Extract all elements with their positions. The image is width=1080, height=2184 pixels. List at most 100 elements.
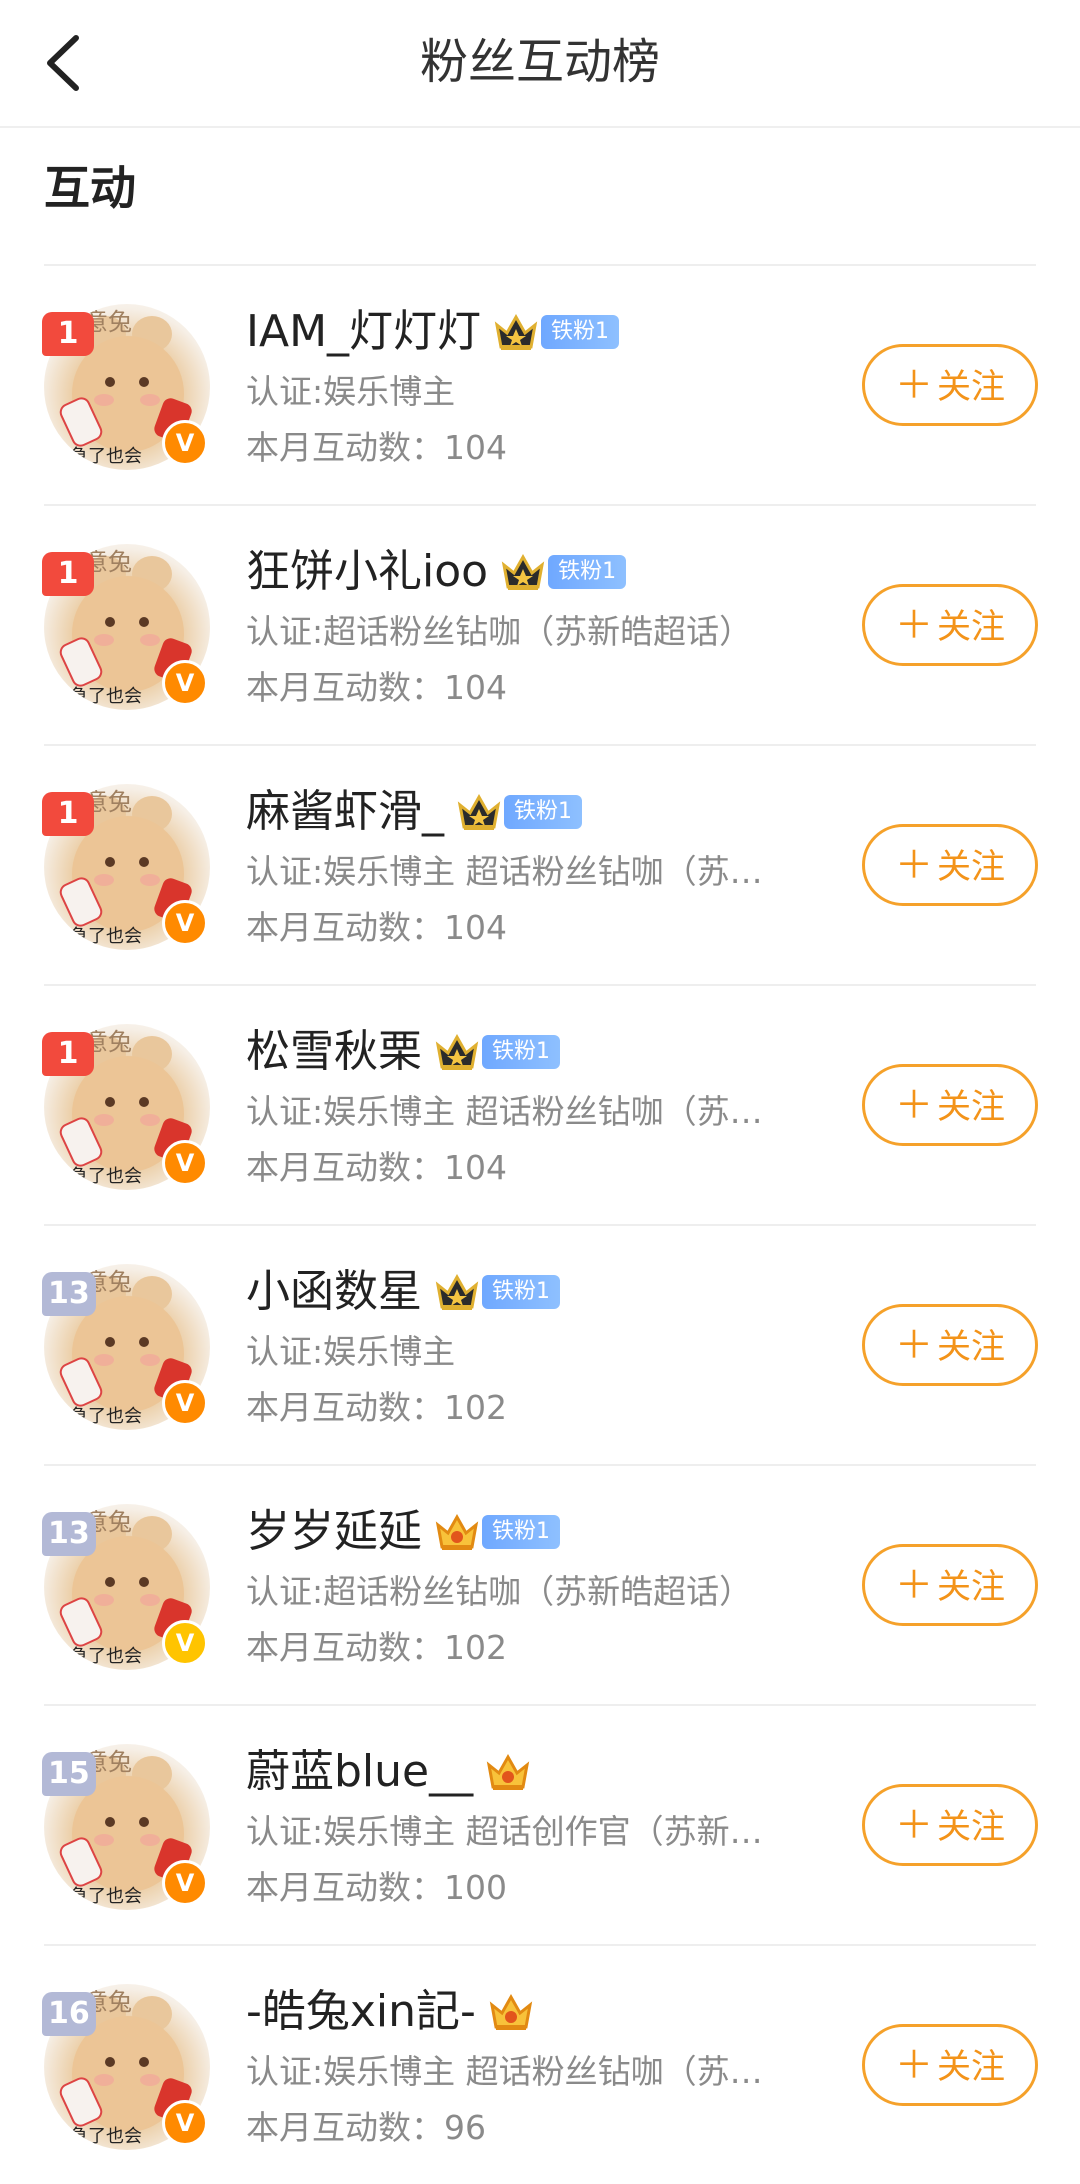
avatar[interactable]: 意兔 急了也会 1 V — [42, 304, 210, 470]
avatar[interactable]: 意兔 急了也会 13 V — [42, 1264, 210, 1430]
certification-text: 认证:娱乐博主 超话粉丝钻咖（苏… — [246, 1092, 763, 1131]
name-line: -皓兔xin記- — [246, 1980, 806, 2044]
interaction-count: 本月互动数：100 — [246, 1868, 507, 1907]
header-bar: 粉丝互动榜 — [0, 0, 1080, 128]
avatar[interactable]: 意兔 急了也会 1 V — [42, 1024, 210, 1190]
rank-badge: 13 — [42, 1272, 96, 1316]
name-line: 蔚蓝blue__ — [246, 1740, 806, 1804]
follow-button[interactable]: ＋关注 — [862, 1544, 1038, 1626]
fan-list: 意兔 急了也会 1 V IAM_灯灯灯 铁粉1 认证:娱乐博主 本月互动数：10… — [0, 264, 1080, 2184]
user-info: 麻酱虾滑_ 铁粉1 认证:娱乐博主 超话粉丝钻咖（苏… 本月互动数：104 — [246, 780, 806, 956]
interaction-count: 本月互动数：96 — [246, 2108, 486, 2147]
plus-icon: ＋ — [894, 2043, 933, 2087]
user-name[interactable]: 松雪秋栗 — [246, 1020, 422, 1084]
user-info: 蔚蓝blue__ 认证:娱乐博主 超话创作官（苏新… 本月互动数：100 — [246, 1740, 806, 1916]
verified-v-icon: V — [162, 660, 208, 706]
plus-icon: ＋ — [894, 1323, 933, 1367]
verified-v-icon: V — [162, 900, 208, 946]
rank-badge: 16 — [42, 1992, 96, 2036]
interaction-count: 本月互动数：104 — [246, 668, 507, 707]
follow-button[interactable]: ＋关注 — [862, 584, 1038, 666]
svg-text:急了也会: 急了也会 — [70, 686, 142, 707]
user-name[interactable]: 狂饼小礼ioo — [246, 540, 488, 604]
svg-text:急了也会: 急了也会 — [70, 1406, 142, 1427]
list-item[interactable]: 意兔 急了也会 13 V 小函数星 铁粉1 认证:娱乐博主 本月互动数：102 … — [0, 1224, 1080, 1464]
verified-v-icon: V — [162, 1620, 208, 1666]
follow-label: 关注 — [937, 1567, 1005, 1607]
list-item[interactable]: 意兔 急了也会 1 V 狂饼小礼ioo 铁粉1 认证:超话粉丝钻咖（苏新皓超话）… — [0, 504, 1080, 744]
crown-gold-icon — [434, 1511, 480, 1553]
avatar[interactable]: 意兔 急了也会 1 V — [42, 544, 210, 710]
user-info: IAM_灯灯灯 铁粉1 认证:娱乐博主 本月互动数：104 — [246, 300, 806, 476]
name-line: 狂饼小礼ioo 铁粉1 — [246, 540, 806, 604]
fan-level-badge: 铁粉1 — [541, 315, 620, 349]
follow-button[interactable]: ＋关注 — [862, 824, 1038, 906]
follow-button[interactable]: ＋关注 — [862, 2024, 1038, 2106]
follow-label: 关注 — [937, 367, 1005, 407]
certification-text: 认证:娱乐博主 — [246, 1332, 456, 1371]
follow-button[interactable]: ＋关注 — [862, 1784, 1038, 1866]
plus-icon: ＋ — [894, 1563, 933, 1607]
user-name[interactable]: 蔚蓝blue__ — [246, 1740, 473, 1804]
user-name[interactable]: 麻酱虾滑_ — [246, 780, 444, 844]
user-name[interactable]: 岁岁延延 — [246, 1500, 422, 1564]
page-title: 粉丝互动榜 — [419, 34, 660, 90]
avatar[interactable]: 意兔 急了也会 13 V — [42, 1504, 210, 1670]
verified-v-icon: V — [162, 2100, 208, 2146]
interaction-count: 本月互动数：104 — [246, 1148, 507, 1187]
avatar[interactable]: 意兔 急了也会 16 V — [42, 1984, 210, 2150]
list-item[interactable]: 意兔 急了也会 1 V IAM_灯灯灯 铁粉1 认证:娱乐博主 本月互动数：10… — [0, 264, 1080, 504]
certification-text: 认证:娱乐博主 — [246, 372, 456, 411]
follow-label: 关注 — [937, 1327, 1005, 1367]
svg-text:急了也会: 急了也会 — [70, 1646, 142, 1667]
user-name[interactable]: -皓兔xin記- — [246, 1980, 476, 2044]
rank-badge: 1 — [42, 312, 94, 356]
list-item[interactable]: 意兔 急了也会 13 V 岁岁延延 铁粉1 认证:超话粉丝钻咖（苏新皓超话） 本… — [0, 1464, 1080, 1704]
certification-text: 认证:娱乐博主 超话粉丝钻咖（苏… — [246, 852, 763, 891]
plus-icon: ＋ — [894, 363, 933, 407]
user-info: 狂饼小礼ioo 铁粉1 认证:超话粉丝钻咖（苏新皓超话） 本月互动数：104 — [246, 540, 806, 716]
plus-icon: ＋ — [894, 1803, 933, 1847]
interaction-count: 本月互动数：102 — [246, 1628, 507, 1667]
follow-label: 关注 — [937, 607, 1005, 647]
list-item[interactable]: 意兔 急了也会 16 V -皓兔xin記- 认证:娱乐博主 超话粉丝钻咖（苏… … — [0, 1944, 1080, 2184]
plus-icon: ＋ — [894, 603, 933, 647]
rank-badge: 1 — [42, 1032, 94, 1076]
name-line: 岁岁延延 铁粉1 — [246, 1500, 806, 1564]
avatar[interactable]: 意兔 急了也会 1 V — [42, 784, 210, 950]
list-item[interactable]: 意兔 急了也会 15 V 蔚蓝blue__ 认证:娱乐博主 超话创作官（苏新… … — [0, 1704, 1080, 1944]
user-info: 岁岁延延 铁粉1 认证:超话粉丝钻咖（苏新皓超话） 本月互动数：102 — [246, 1500, 806, 1676]
crown-dark-icon — [456, 791, 502, 833]
certification-text: 认证:娱乐博主 超话创作官（苏新… — [246, 1812, 763, 1851]
list-item[interactable]: 意兔 急了也会 1 V 麻酱虾滑_ 铁粉1 认证:娱乐博主 超话粉丝钻咖（苏… … — [0, 744, 1080, 984]
verified-v-icon: V — [162, 1140, 208, 1186]
fan-level-badge: 铁粉1 — [482, 1275, 560, 1309]
crown-gold-icon — [485, 1751, 531, 1793]
user-name[interactable]: 小函数星 — [246, 1260, 422, 1324]
name-line: 小函数星 铁粉1 — [246, 1260, 806, 1324]
user-name[interactable]: IAM_灯灯灯 — [246, 300, 481, 364]
name-line: 麻酱虾滑_ 铁粉1 — [246, 780, 806, 844]
interaction-count: 本月互动数：104 — [246, 908, 507, 947]
svg-text:急了也会: 急了也会 — [70, 926, 142, 947]
user-info: 松雪秋栗 铁粉1 认证:娱乐博主 超话粉丝钻咖（苏… 本月互动数：104 — [246, 1020, 806, 1196]
follow-button[interactable]: ＋关注 — [862, 1304, 1038, 1386]
svg-text:急了也会: 急了也会 — [70, 1886, 142, 1907]
follow-button[interactable]: ＋关注 — [862, 1064, 1038, 1146]
interaction-count: 本月互动数：104 — [246, 428, 507, 467]
certification-text: 认证:超话粉丝钻咖（苏新皓超话） — [246, 612, 753, 651]
svg-text:急了也会: 急了也会 — [70, 1166, 142, 1187]
avatar[interactable]: 意兔 急了也会 15 V — [42, 1744, 210, 1910]
crown-gold-icon — [488, 1991, 534, 2033]
plus-icon: ＋ — [894, 843, 933, 887]
name-line: IAM_灯灯灯 铁粉1 — [246, 300, 806, 364]
user-info: -皓兔xin記- 认证:娱乐博主 超话粉丝钻咖（苏… 本月互动数：96 — [246, 1980, 806, 2156]
follow-button[interactable]: ＋关注 — [862, 344, 1038, 426]
list-item[interactable]: 意兔 急了也会 1 V 松雪秋栗 铁粉1 认证:娱乐博主 超话粉丝钻咖（苏… 本… — [0, 984, 1080, 1224]
name-line: 松雪秋栗 铁粉1 — [246, 1020, 806, 1084]
fan-level-badge: 铁粉1 — [504, 795, 582, 829]
fan-level-badge: 铁粉1 — [482, 1515, 560, 1549]
rank-badge: 1 — [42, 792, 94, 836]
verified-v-icon: V — [162, 1860, 208, 1906]
follow-label: 关注 — [937, 1807, 1005, 1847]
